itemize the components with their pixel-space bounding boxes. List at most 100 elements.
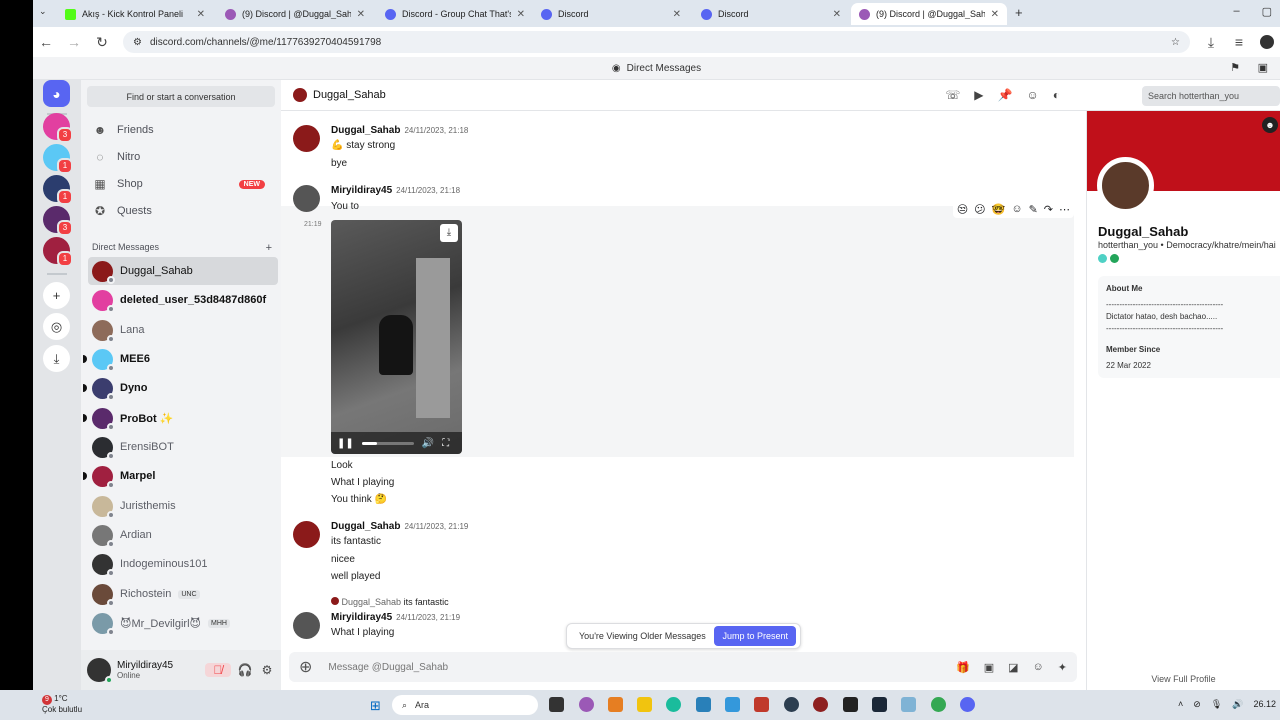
site-info-icon[interactable]: ⚙ (133, 37, 142, 48)
reaction-emoji-icon[interactable]: 😕 (974, 203, 985, 216)
close-icon[interactable]: ✕ (517, 9, 525, 20)
inbox-icon[interactable]: ▣ (1258, 61, 1268, 74)
inbox-flag-icon[interactable]: ⚑ (1230, 61, 1240, 74)
pause-icon[interactable]: ❚❚ (337, 438, 354, 449)
app-icon[interactable] (784, 697, 799, 712)
jump-to-present-button[interactable]: Jump to Present (714, 626, 796, 646)
dm-item[interactable]: Indogeminous101 (88, 550, 278, 578)
message-author[interactable]: Duggal_Sahab 24/11/2023, 21:19 (331, 521, 468, 532)
dm-item[interactable]: Lana (88, 316, 278, 344)
minimize-icon[interactable]: – (1233, 5, 1239, 18)
windows-start-icon[interactable]: ⊞ (370, 698, 381, 714)
server-icon[interactable]: 3 (43, 206, 73, 236)
window-controls[interactable]: – ▢ (1233, 5, 1272, 18)
forward-arrow-icon[interactable]: → (67, 34, 81, 50)
app-icon[interactable] (608, 697, 623, 712)
clock[interactable]: 26.12 (1253, 699, 1276, 710)
server-icon[interactable]: 1 (43, 175, 73, 205)
user-info[interactable]: Miryildiray45 Online (117, 660, 173, 680)
user-avatar[interactable] (87, 658, 113, 684)
apps-icon[interactable]: ✦ (1058, 661, 1067, 674)
app-icon[interactable] (579, 697, 594, 712)
address-bar[interactable]: ⚙ discord.com/channels/@me/1177639270404… (123, 31, 1190, 53)
microphone-icon[interactable]: 🎙 (1211, 699, 1222, 710)
dm-item[interactable]: MEE6 (83, 345, 278, 373)
profile-action-icon[interactable]: ☻ (1262, 117, 1278, 133)
close-icon[interactable]: ✕ (833, 9, 841, 20)
taskbar-search[interactable]: ⌕ Ara (392, 695, 538, 715)
message-author[interactable]: Duggal_Sahab 24/11/2023, 21:18 (331, 125, 468, 136)
sidebar-item-quests[interactable]: ✪ Quests (89, 198, 275, 224)
dm-item[interactable]: deleted_user_53d8487d860f (88, 286, 278, 314)
gift-icon[interactable]: 🎁 (956, 661, 970, 674)
bookmark-star-icon[interactable]: ☆ (1171, 37, 1180, 48)
edge-icon[interactable] (666, 697, 681, 712)
store-icon[interactable] (696, 697, 711, 712)
maximize-icon[interactable]: ▢ (1262, 5, 1272, 18)
badge-icon[interactable] (1110, 254, 1119, 263)
dm-item[interactable]: ProBot ✨ (83, 404, 278, 432)
new-tab-button[interactable]: + (1015, 5, 1023, 20)
discord-icon[interactable] (960, 697, 975, 712)
add-reaction-icon[interactable]: ☺ (1011, 203, 1022, 216)
upload-plus-icon[interactable]: ⊕ (299, 657, 312, 677)
dm-item[interactable]: Richostein UNC (88, 580, 278, 608)
dm-item[interactable]: Duggal_Sahab (88, 257, 278, 285)
video-progress-bar[interactable] (361, 441, 414, 445)
reply-preview[interactable]: Duggal_Sahab its fantastic (331, 597, 449, 607)
file-explorer-icon[interactable] (637, 697, 652, 712)
reload-icon[interactable]: ↻ (95, 34, 109, 51)
more-options-icon[interactable]: ⋯ (1059, 203, 1070, 216)
dm-item[interactable]: ErensiBOT (88, 433, 278, 461)
dm-item[interactable]: 😈Mr_Devilgirl😈 MHH (88, 609, 278, 637)
avatar[interactable] (293, 612, 320, 639)
browser-tab[interactable]: Discord ✕ (693, 3, 849, 25)
voice-call-icon[interactable]: ☏ (945, 88, 960, 102)
message-author[interactable]: Miryildiray45 24/11/2023, 21:18 (331, 185, 460, 196)
create-dm-button[interactable]: + (266, 242, 272, 254)
reaction-emoji-icon[interactable]: 😒 (957, 203, 968, 216)
close-icon[interactable]: ✕ (357, 9, 365, 20)
browser-tab[interactable]: (9) Discord | @Duggal_Sahab ✕ (217, 3, 373, 25)
gif-icon[interactable]: ▣ (984, 661, 994, 674)
browser-tab-active[interactable]: (9) Discord | @Duggal_Sahab ✕ (851, 3, 1007, 25)
badge-icon[interactable] (1098, 254, 1107, 263)
sticker-icon[interactable]: ◪ (1008, 661, 1018, 674)
tab-search-button[interactable]: ⌄ (39, 6, 53, 20)
video-call-icon[interactable]: ▶ (974, 88, 983, 102)
dm-item[interactable]: Dyno (83, 374, 278, 402)
forward-icon[interactable]: ↷ (1044, 203, 1053, 216)
close-icon[interactable]: ✕ (673, 9, 681, 20)
message-author[interactable]: Miryildiray45 24/11/2023, 21:19 (331, 612, 460, 623)
view-full-profile-link[interactable]: View Full Profile (1087, 674, 1280, 684)
dm-item[interactable]: Marpel (83, 462, 278, 490)
browser-tab[interactable]: Akış - Kick Kontrol Paneli ✕ (57, 3, 213, 25)
find-conversation-input[interactable]: Find or start a conversation (87, 86, 275, 107)
video-attachment[interactable]: ⤓ ❚❚ 🔊 ⛶ (331, 220, 462, 454)
explore-button[interactable]: ◎ (43, 313, 70, 340)
edit-pencil-icon[interactable]: ✎ (1029, 203, 1038, 216)
weather-widget[interactable]: 9 1°C Çok bulutlu (42, 694, 82, 715)
close-icon[interactable]: ✕ (991, 9, 999, 20)
close-icon[interactable]: ✕ (197, 9, 205, 20)
pin-icon[interactable]: 📌 (998, 88, 1013, 102)
no-network-icon[interactable]: ⊘ (1193, 699, 1201, 710)
download-apps-button[interactable]: ⤓ (43, 345, 70, 372)
task-view-icon[interactable] (549, 697, 564, 712)
back-arrow-icon[interactable]: ← (39, 34, 53, 50)
download-icon[interactable]: ⤓ (1204, 34, 1218, 51)
fullscreen-icon[interactable]: ⛶ (442, 438, 449, 449)
sidebar-item-nitro[interactable]: ◌ Nitro (89, 144, 275, 170)
app-icon[interactable] (843, 697, 858, 712)
steam-icon[interactable] (872, 697, 887, 712)
chevron-up-icon[interactable]: ˄ (1178, 699, 1183, 710)
app-icon[interactable] (901, 697, 916, 712)
server-icon[interactable]: 1 (43, 237, 73, 267)
message-input[interactable]: Message @Duggal_Sahab (328, 662, 448, 673)
server-icon[interactable]: 3 (43, 113, 73, 143)
settings-gear-icon[interactable]: ⚙ (259, 663, 275, 677)
avatar[interactable] (293, 521, 320, 548)
server-icon[interactable]: 1 (43, 144, 73, 174)
reaction-emoji-icon[interactable]: 🤓 (992, 203, 1006, 216)
chrome-icon[interactable] (931, 697, 946, 712)
